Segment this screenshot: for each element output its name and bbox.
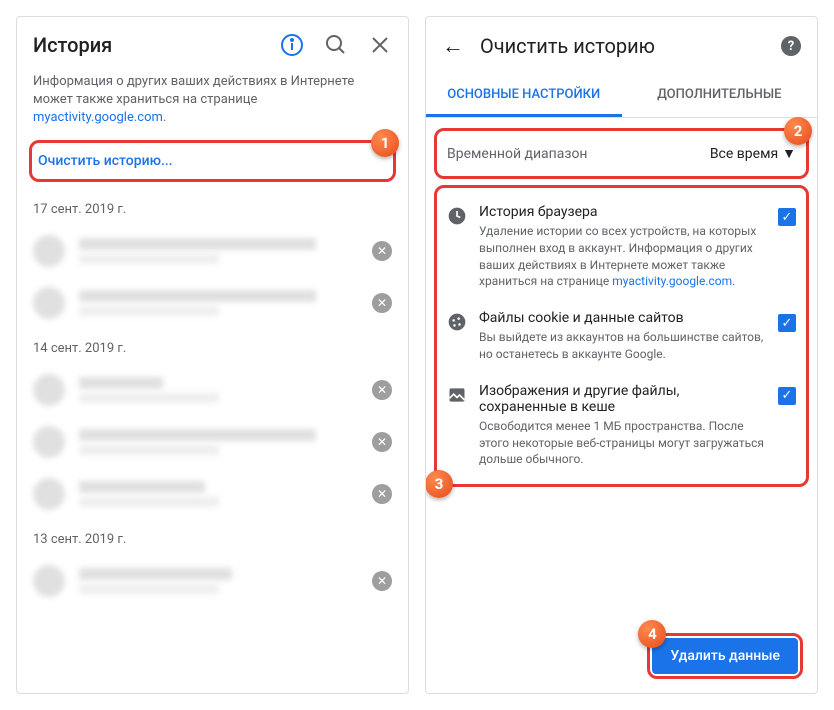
myactivity-link[interactable]: myactivity.google.com [612, 274, 732, 288]
date-header: 17 сент. 2019 г. [17, 190, 408, 225]
page-title: Очистить историю [480, 34, 765, 58]
time-range-highlight: Временной диапазон Все время ▼ 2 [434, 128, 809, 179]
chevron-down-icon: ▼ [782, 145, 796, 162]
option-title: История браузера [479, 204, 766, 220]
history-item[interactable]: ✕ [17, 555, 408, 607]
checkbox[interactable]: ✓ [778, 208, 796, 226]
history-screen: История Информация о других ваших действ… [16, 16, 409, 694]
tabs: ОСНОВНЫЕ НАСТРОЙКИ ДОПОЛНИТЕЛЬНЫЕ [426, 75, 817, 118]
checkbox[interactable]: ✓ [778, 387, 796, 405]
history-item[interactable]: ✕ [17, 416, 408, 468]
help-icon[interactable]: ? [781, 36, 801, 56]
option-browser-history[interactable]: История браузера Удаление истории со все… [441, 194, 802, 300]
delete-item-icon[interactable]: ✕ [372, 293, 392, 313]
tab-advanced[interactable]: ДОПОЛНИТЕЛЬНЫЕ [622, 75, 818, 117]
option-desc: Освободится менее 1 МБ пространства. Пос… [479, 418, 766, 468]
back-icon[interactable]: ← [442, 33, 464, 59]
tab-basic[interactable]: ОСНОВНЫЕ НАСТРОЙКИ [426, 75, 622, 117]
option-desc: Вы выйдете из аккаунтов на большинстве с… [479, 329, 766, 363]
delete-item-icon[interactable]: ✕ [372, 380, 392, 400]
annotation-badge-2: 2 [784, 117, 812, 145]
header: История [17, 17, 408, 73]
page-title: История [33, 33, 264, 57]
delete-item-icon[interactable]: ✕ [372, 241, 392, 261]
history-item[interactable]: ✕ [17, 364, 408, 416]
clear-history-screen: ← Очистить историю ? ОСНОВНЫЕ НАСТРОЙКИ … [425, 16, 818, 694]
option-desc: Удаление истории со всех устройств, на к… [479, 223, 766, 290]
delete-item-icon[interactable]: ✕ [372, 484, 392, 504]
date-header: 13 сент. 2019 г. [17, 520, 408, 555]
clock-icon [447, 206, 467, 226]
option-title: Изображения и другие файлы, сохраненные … [479, 383, 766, 415]
option-title: Файлы cookie и данные сайтов [479, 310, 766, 326]
history-item[interactable]: ✕ [17, 468, 408, 520]
option-cookies[interactable]: Файлы cookie и данные сайтов Вы выйдете … [441, 300, 802, 373]
annotation-badge-3: 3 [425, 470, 453, 498]
option-cached-images[interactable]: Изображения и другие файлы, сохраненные … [441, 373, 802, 478]
delete-item-icon[interactable]: ✕ [372, 571, 392, 591]
search-icon[interactable] [324, 33, 348, 57]
cookie-icon [447, 312, 467, 332]
annotation-badge-1: 1 [371, 129, 399, 157]
date-header: 14 сент. 2019 г. [17, 329, 408, 364]
history-item[interactable]: ✕ [17, 277, 408, 329]
options-highlight: История браузера Удаление истории со все… [434, 185, 809, 487]
info-icon[interactable] [280, 33, 304, 57]
checkbox[interactable]: ✓ [778, 314, 796, 332]
clear-history-highlight: Очистить историю... 1 [29, 140, 396, 182]
delete-item-icon[interactable]: ✕ [372, 432, 392, 452]
delete-data-button[interactable]: Удалить данные [652, 638, 798, 674]
info-text: Информация о других ваших действиях в Ин… [17, 73, 408, 136]
time-range-dropdown[interactable]: Все время ▼ [710, 145, 796, 162]
time-range-label: Временной диапазон [447, 146, 710, 162]
clear-history-button[interactable]: Очистить историю... [38, 153, 387, 169]
close-icon[interactable] [368, 33, 392, 57]
header: ← Очистить историю ? [426, 17, 817, 75]
image-icon [447, 385, 467, 405]
myactivity-link[interactable]: myactivity.google.com [33, 110, 163, 125]
delete-button-highlight: Удалить данные 4 [647, 633, 803, 679]
history-item[interactable]: ✕ [17, 225, 408, 277]
